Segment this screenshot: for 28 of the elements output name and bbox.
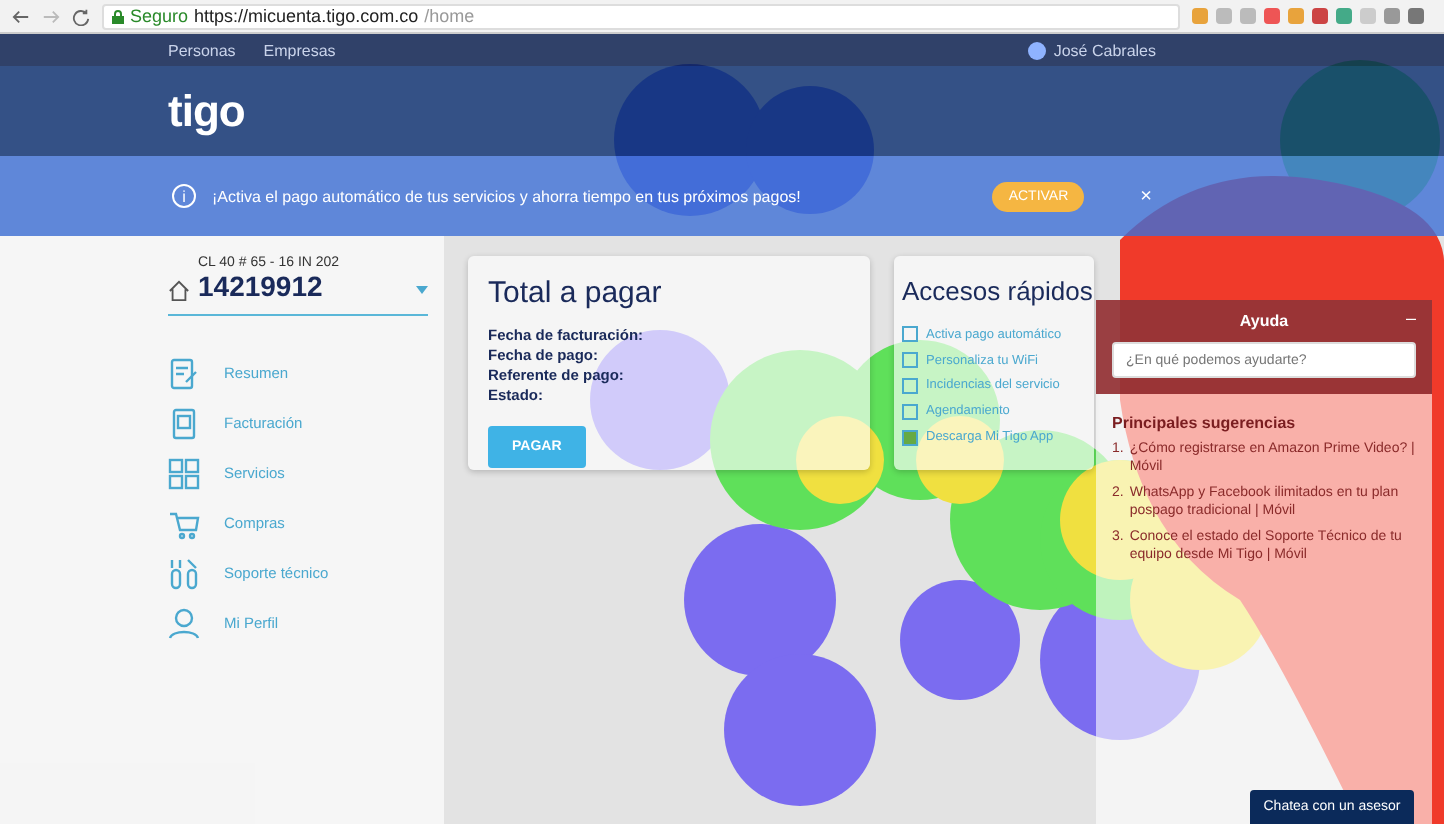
account-number: 14219912 [198, 270, 325, 302]
logo[interactable]: tigo [168, 85, 245, 137]
tools-icon [168, 557, 200, 589]
suggestions-heading: Principales sugerencias [1112, 414, 1298, 432]
grid-icon [168, 457, 200, 489]
card-title: Total a pagar [488, 276, 664, 310]
secure-label: Seguro [130, 6, 189, 26]
minimize-button[interactable]: – [1405, 308, 1416, 328]
caret-icon[interactable] [416, 286, 428, 294]
address-bar[interactable]: Seguro https://micuenta.tigo.com.co /home [102, 3, 1180, 29]
nav-link[interactable]: Personas [168, 41, 236, 59]
user-icon [168, 607, 200, 639]
note-icon [168, 357, 200, 389]
back-icon[interactable] [12, 7, 30, 25]
avatar-icon [1027, 41, 1046, 59]
user-menu[interactable]: José Cabrales [1027, 41, 1156, 59]
invoice-icon [168, 407, 200, 439]
help-title: Ayuda [1239, 312, 1289, 330]
reload-icon[interactable] [72, 7, 90, 25]
home-icon [168, 280, 190, 302]
close-button[interactable]: × [1140, 185, 1152, 207]
banner-text: ¡Activa el pago automático de tus servicios y ahorra tiempo en tus próximos pagos! [212, 187, 801, 205]
url-path: /home [424, 6, 475, 26]
url-host: https://micuenta.tigo.com.co [194, 6, 419, 26]
lock-icon [112, 9, 124, 23]
cart-icon [168, 507, 200, 539]
info-icon: i [172, 184, 196, 208]
nav-link[interactable]: Empresas [263, 41, 336, 59]
